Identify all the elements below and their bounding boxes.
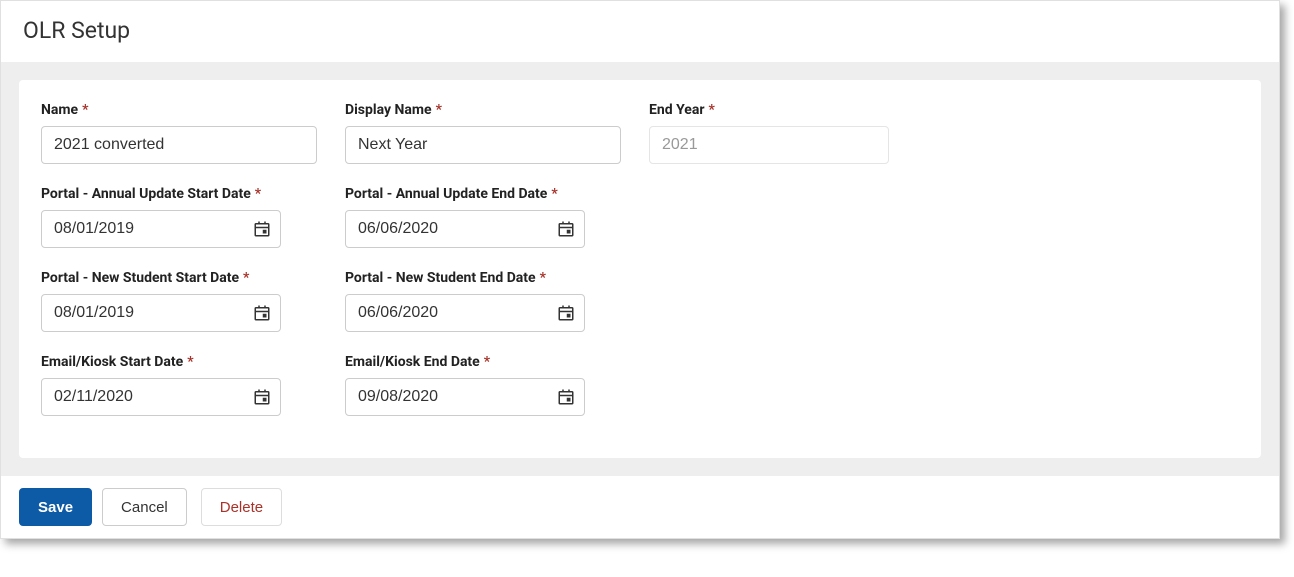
- date-input-wrap: [345, 378, 585, 416]
- portal-new-end-group: Portal - New Student End Date*: [345, 270, 621, 332]
- email-kiosk-start-input[interactable]: [41, 378, 281, 416]
- email-kiosk-end-input[interactable]: [345, 378, 585, 416]
- end-year-group: End Year*: [649, 102, 889, 164]
- page-header: OLR Setup: [1, 1, 1279, 62]
- required-asterisk: *: [551, 186, 557, 202]
- footer-bar: Save Cancel Delete: [1, 476, 1279, 538]
- portal-annual-start-label: Portal - Annual Update Start Date*: [41, 186, 317, 202]
- save-button[interactable]: Save: [19, 488, 92, 526]
- required-asterisk: *: [709, 102, 715, 118]
- cancel-button[interactable]: Cancel: [102, 488, 187, 526]
- content-area: Name* Display Name* End Year*: [1, 62, 1279, 476]
- portal-annual-end-label: Portal - Annual Update End Date*: [345, 186, 621, 202]
- olr-setup-window: OLR Setup Name* Display Name*: [0, 0, 1280, 539]
- required-asterisk: *: [187, 354, 193, 370]
- display-name-group: Display Name*: [345, 102, 621, 164]
- portal-annual-end-group: Portal - Annual Update End Date*: [345, 186, 621, 248]
- email-kiosk-end-label: Email/Kiosk End Date*: [345, 354, 621, 370]
- form-row: Name* Display Name* End Year*: [41, 102, 1239, 164]
- date-input-wrap: [41, 378, 281, 416]
- label-text: End Year: [649, 102, 705, 118]
- display-name-input[interactable]: [345, 126, 621, 164]
- date-input-wrap: [41, 294, 281, 332]
- label-text: Email/Kiosk End Date: [345, 354, 480, 370]
- required-asterisk: *: [436, 102, 442, 118]
- required-asterisk: *: [255, 186, 261, 202]
- end-year-label: End Year*: [649, 102, 889, 118]
- required-asterisk: *: [484, 354, 490, 370]
- name-group: Name*: [41, 102, 317, 164]
- portal-new-end-input[interactable]: [345, 294, 585, 332]
- label-text: Portal - Annual Update End Date: [345, 186, 547, 202]
- date-input-wrap: [41, 210, 281, 248]
- date-input-wrap: [345, 210, 585, 248]
- portal-new-start-label: Portal - New Student Start Date*: [41, 270, 317, 286]
- display-name-label: Display Name*: [345, 102, 621, 118]
- portal-new-start-group: Portal - New Student Start Date*: [41, 270, 317, 332]
- required-asterisk: *: [243, 270, 249, 286]
- label-text: Portal - Annual Update Start Date: [41, 186, 251, 202]
- form-row: Portal - New Student Start Date* Portal …: [41, 270, 1239, 332]
- portal-annual-start-input[interactable]: [41, 210, 281, 248]
- label-text: Display Name: [345, 102, 432, 118]
- label-text: Email/Kiosk Start Date: [41, 354, 183, 370]
- delete-button[interactable]: Delete: [201, 488, 282, 526]
- portal-new-end-label: Portal - New Student End Date*: [345, 270, 621, 286]
- date-input-wrap: [345, 294, 585, 332]
- form-row: Portal - Annual Update Start Date* Porta…: [41, 186, 1239, 248]
- label-text: Portal - New Student Start Date: [41, 270, 239, 286]
- form-row: Email/Kiosk Start Date* Email/Kiosk End …: [41, 354, 1239, 416]
- required-asterisk: *: [540, 270, 546, 286]
- name-label: Name*: [41, 102, 317, 118]
- end-year-input: [649, 126, 889, 164]
- email-kiosk-start-label: Email/Kiosk Start Date*: [41, 354, 317, 370]
- portal-annual-start-group: Portal - Annual Update Start Date*: [41, 186, 317, 248]
- portal-new-start-input[interactable]: [41, 294, 281, 332]
- form-panel: Name* Display Name* End Year*: [19, 80, 1261, 458]
- email-kiosk-start-group: Email/Kiosk Start Date*: [41, 354, 317, 416]
- label-text: Name: [41, 102, 78, 118]
- required-asterisk: *: [82, 102, 88, 118]
- portal-annual-end-input[interactable]: [345, 210, 585, 248]
- page-title: OLR Setup: [23, 17, 1257, 44]
- name-input[interactable]: [41, 126, 317, 164]
- email-kiosk-end-group: Email/Kiosk End Date*: [345, 354, 621, 416]
- label-text: Portal - New Student End Date: [345, 270, 536, 286]
